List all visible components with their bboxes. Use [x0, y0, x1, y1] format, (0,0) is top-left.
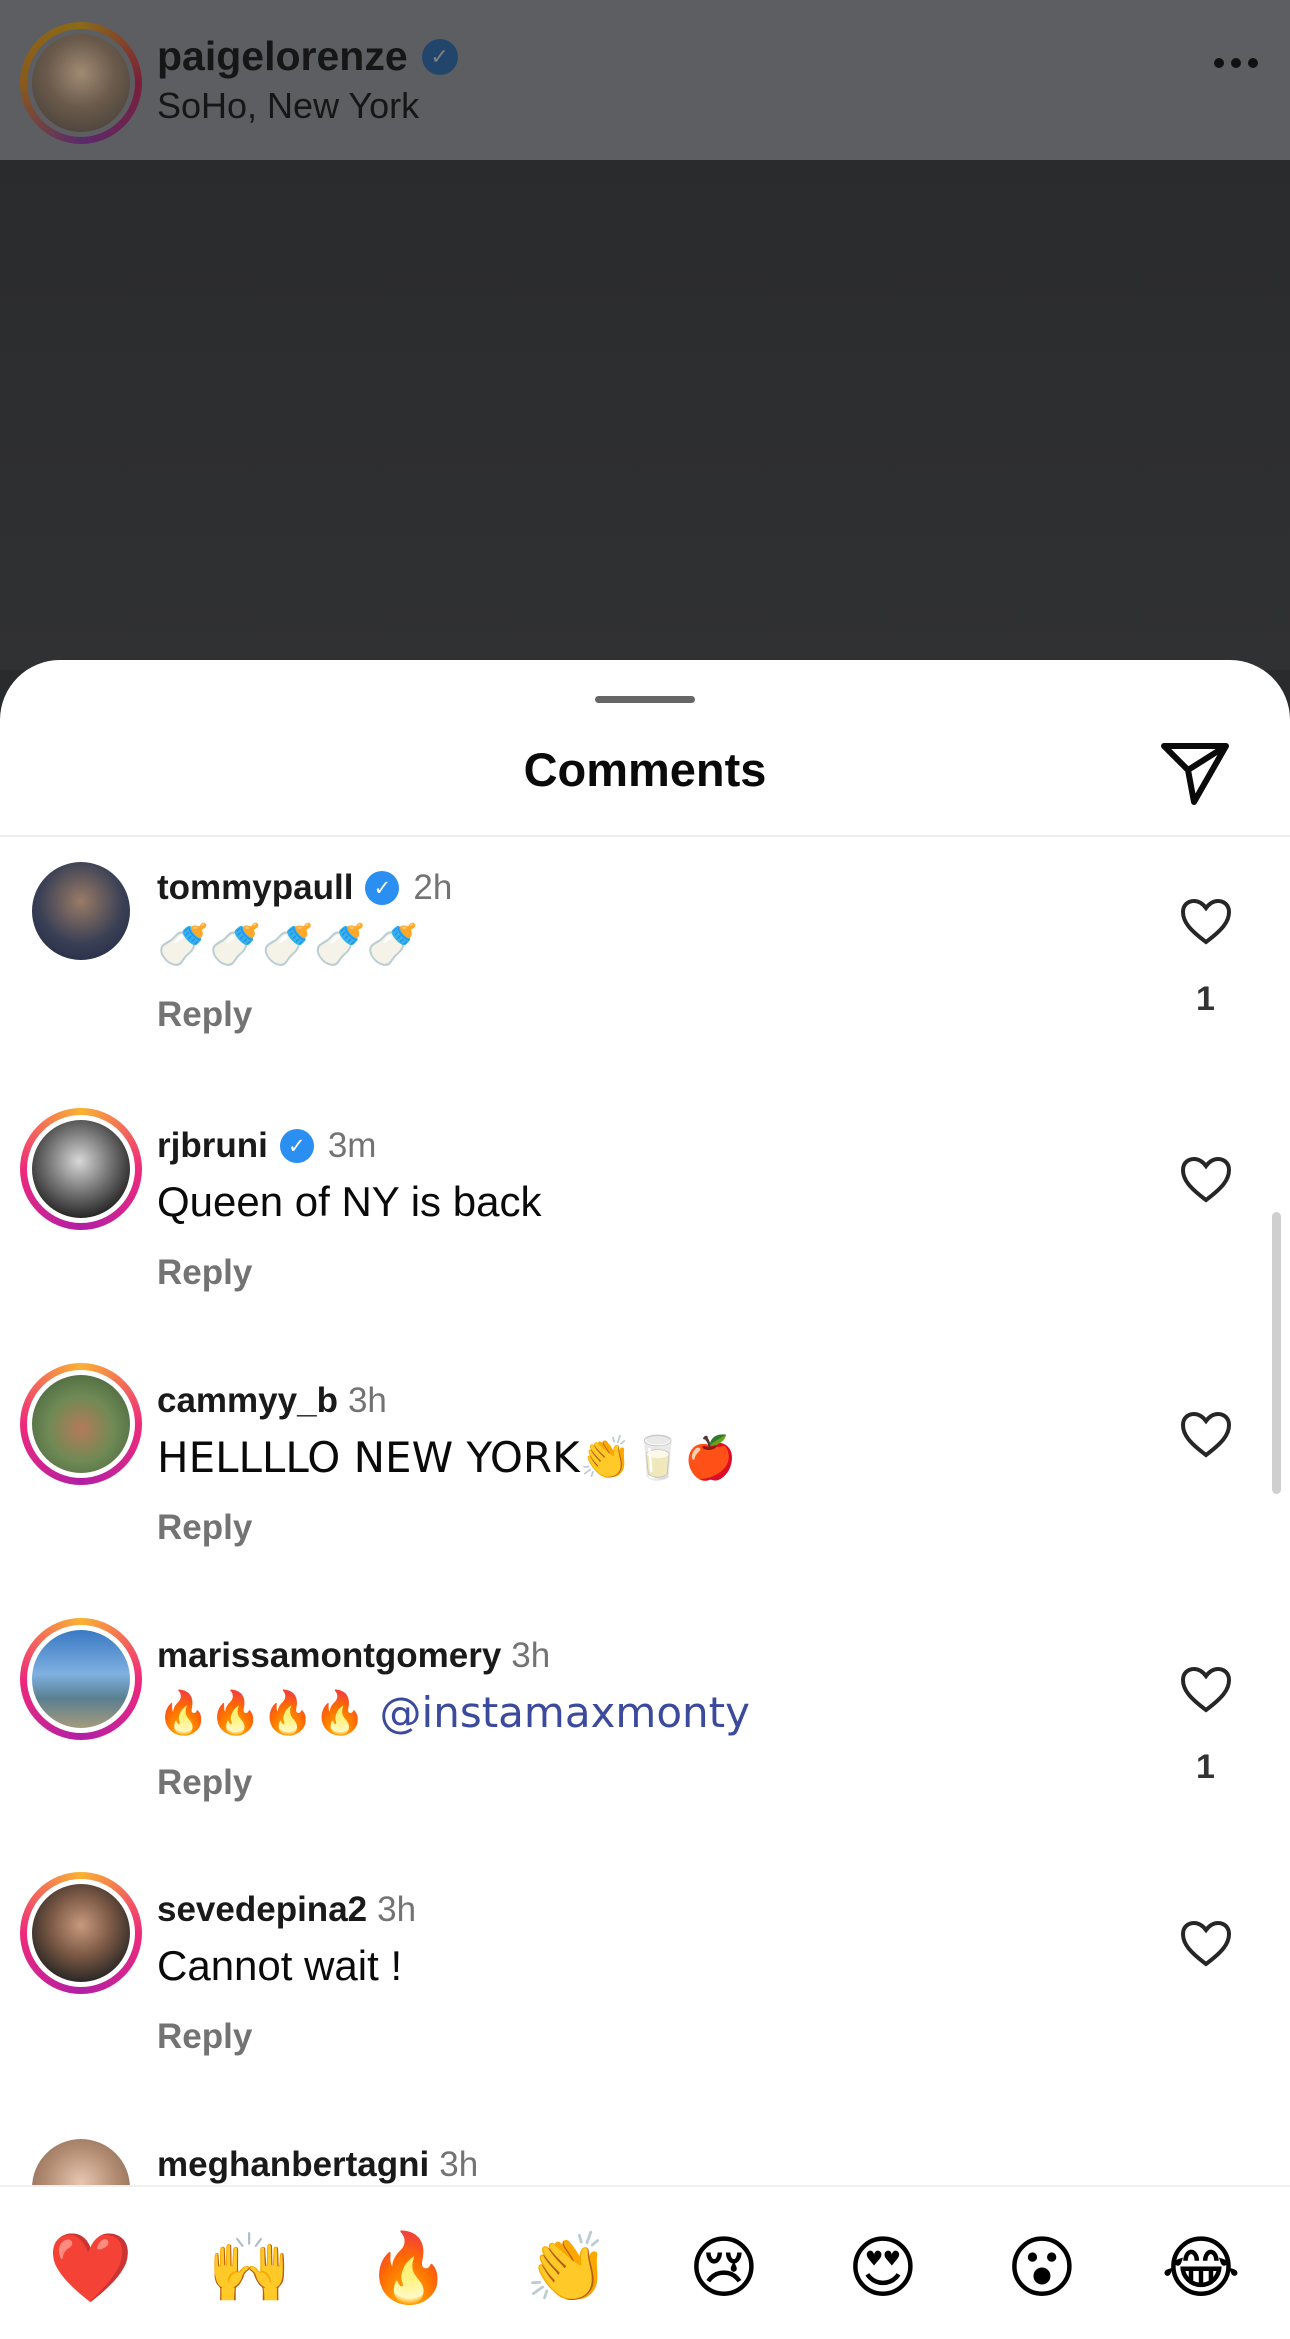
comment-header: marissamontgomery 3h [157, 1636, 550, 1676]
sheet-drag-handle[interactable] [595, 696, 695, 703]
heart-icon[interactable] [1180, 1156, 1232, 1204]
fire-emoji-button[interactable]: 🔥 [366, 2229, 451, 2309]
comment-time: 2h [413, 868, 453, 907]
comment-header: meghanbertagni 3h [157, 2145, 478, 2185]
comment-time: 3h [511, 1636, 551, 1675]
comment-header: rjbruni ✓ 3m [157, 1126, 376, 1166]
commenter-avatar[interactable] [20, 1872, 142, 1994]
avatar-photo [32, 34, 130, 132]
comment-text: HELLLLO NEW YORK👏🥛🍎 [157, 1433, 737, 1482]
avatar-photo [32, 862, 130, 960]
comment-text: 🍼🍼🍼🍼🍼 [157, 920, 419, 969]
commenter-avatar[interactable] [20, 1108, 142, 1230]
post-username[interactable]: paigelorenze [157, 33, 408, 80]
comment-username[interactable]: rjbruni [157, 1126, 268, 1166]
reply-button[interactable]: Reply [157, 1253, 252, 1293]
comment-item: rjbruni ✓ 3m Queen of NY is back Reply [0, 1108, 1290, 1363]
comment-username[interactable]: cammyy_b [157, 1381, 338, 1421]
sheet-title: Comments [523, 743, 767, 796]
comment-header: tommypaull ✓ 2h [157, 868, 452, 908]
emoji-reaction-bar: ❤️ 🙌 🔥 👏 😢 😍 😮 😂 [0, 2185, 1290, 2339]
heart-icon[interactable] [1180, 898, 1232, 946]
paper-plane-icon[interactable] [1160, 740, 1230, 806]
reply-button[interactable]: Reply [157, 995, 252, 1035]
heart-icon[interactable] [1180, 1666, 1232, 1714]
comment-username[interactable]: sevedepina2 [157, 1890, 367, 1930]
comment-header: cammyy_b 3h [157, 1381, 387, 1421]
comment-time: 3h [439, 2145, 479, 2184]
post-header: paigelorenze ✓ SoHo, New York [0, 0, 1290, 160]
post-location[interactable]: SoHo, New York [157, 85, 419, 127]
verified-badge-icon: ✓ [279, 1129, 314, 1163]
comment-text: Queen of NY is back [157, 1178, 542, 1225]
reply-button[interactable]: Reply [157, 2017, 252, 2057]
heart-emoji-button[interactable]: ❤️ [48, 2229, 133, 2309]
comment-item: sevedepina2 3h Cannot wait ! Reply [0, 1872, 1290, 2127]
clapping-emoji-button[interactable]: 👏 [525, 2229, 610, 2309]
crying-emoji-button[interactable]: 😢 [684, 2229, 764, 2309]
comment-header: sevedepina2 3h [157, 1890, 416, 1930]
avatar-photo [32, 1884, 130, 1982]
comment-text: Cannot wait ! [157, 1942, 403, 1989]
avatar-photo [32, 1630, 130, 1728]
like-count: 1 [1196, 1748, 1215, 1786]
avatar-photo [32, 1375, 130, 1473]
comment-text: 🔥🔥🔥🔥 @instamaxmonty [157, 1688, 750, 1738]
comment-username[interactable]: tommypaull [157, 868, 353, 908]
mention-link[interactable]: @instamaxmonty [380, 1688, 750, 1737]
heart-eyes-emoji-button[interactable]: 😍 [843, 2229, 923, 2309]
post-author-avatar[interactable] [20, 22, 142, 144]
commenter-avatar[interactable] [20, 1363, 142, 1485]
post-media-dimmed [0, 160, 1290, 670]
heart-icon[interactable] [1180, 1920, 1232, 1968]
comments-sheet: Comments tommypaull ✓ 2h 🍼🍼🍼🍼🍼 Reply 1 r… [0, 660, 1290, 2337]
comment-username[interactable]: marissamontgomery [157, 1636, 501, 1676]
avatar-photo [32, 1120, 130, 1218]
laughing-emoji-button[interactable]: 😂 [1161, 2229, 1241, 2309]
comment-time: 3h [377, 1890, 417, 1929]
reply-button[interactable]: Reply [157, 1763, 252, 1803]
comment-time: 3m [327, 1126, 377, 1165]
heart-icon[interactable] [1180, 1411, 1232, 1459]
comment-time: 3h [347, 1381, 387, 1420]
commenter-avatar[interactable] [20, 1618, 142, 1740]
commenter-avatar[interactable] [20, 850, 142, 972]
scrollbar[interactable] [1272, 1212, 1281, 1494]
comment-item: marissamontgomery 3h 🔥🔥🔥🔥 @instamaxmonty… [0, 1618, 1290, 1873]
post-author[interactable]: paigelorenze ✓ [157, 33, 458, 80]
more-horizontal-icon[interactable] [1214, 58, 1258, 68]
reply-button[interactable]: Reply [157, 1508, 252, 1548]
verified-badge-icon: ✓ [365, 871, 400, 905]
verified-badge-icon: ✓ [421, 38, 458, 75]
like-count: 1 [1196, 980, 1215, 1018]
comment-emoji-text: 🔥🔥🔥🔥 [157, 1688, 380, 1737]
comment-item: cammyy_b 3h HELLLLO NEW YORK👏🥛🍎 Reply [0, 1363, 1290, 1618]
comment-item: tommypaull ✓ 2h 🍼🍼🍼🍼🍼 Reply 1 [0, 850, 1290, 1105]
comment-username[interactable]: meghanbertagni [157, 2145, 429, 2185]
surprised-emoji-button[interactable]: 😮 [1002, 2229, 1082, 2309]
divider [0, 835, 1290, 837]
raised-hands-emoji-button[interactable]: 🙌 [207, 2229, 292, 2309]
